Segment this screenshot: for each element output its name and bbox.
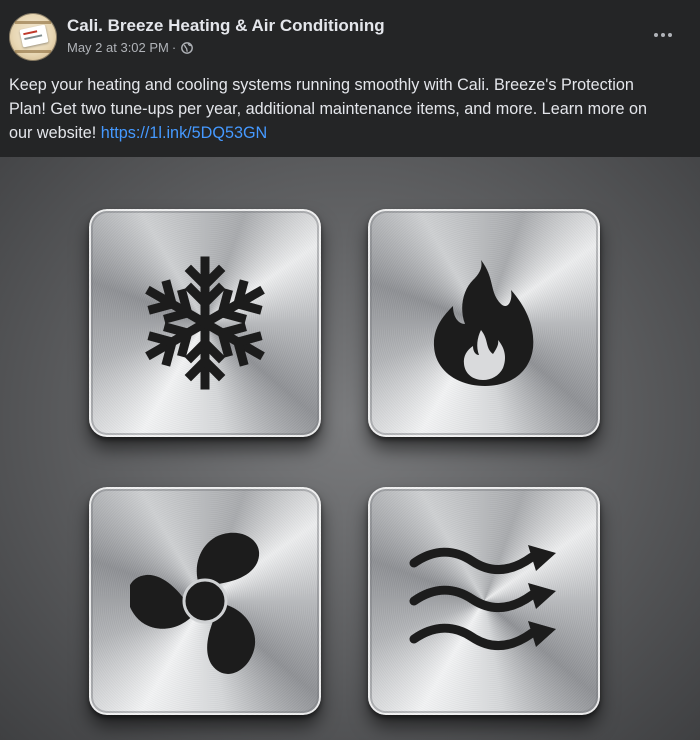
post-timestamp[interactable]: May 2 at 3:02 PM bbox=[67, 40, 169, 55]
globe-icon[interactable] bbox=[181, 41, 194, 54]
post-body-text: Keep your heating and cooling systems ru… bbox=[9, 73, 669, 145]
avatar-decoration bbox=[15, 50, 51, 53]
flame-tile bbox=[368, 209, 600, 437]
facebook-post: Cali. Breeze Heating & Air Conditioning … bbox=[0, 0, 700, 740]
more-options-button[interactable] bbox=[648, 23, 678, 47]
fan-icon bbox=[130, 532, 260, 674]
snowflake-icon bbox=[145, 256, 265, 390]
post-header: Cali. Breeze Heating & Air Conditioning … bbox=[0, 0, 700, 70]
post-meta: May 2 at 3:02 PM · bbox=[67, 40, 194, 55]
more-horizontal-icon bbox=[668, 33, 672, 37]
page-avatar[interactable] bbox=[9, 13, 57, 61]
flame-icon bbox=[433, 260, 534, 386]
fan-tile bbox=[89, 487, 321, 715]
airflow-icon bbox=[409, 545, 556, 651]
avatar-decoration bbox=[15, 21, 51, 24]
avatar-logo bbox=[19, 24, 49, 48]
meta-separator: · bbox=[171, 40, 177, 55]
website-link[interactable]: https://1l.ink/5DQ53GN bbox=[101, 124, 267, 142]
more-horizontal-icon bbox=[661, 33, 665, 37]
snowflake-tile bbox=[89, 209, 321, 437]
more-horizontal-icon bbox=[654, 33, 658, 37]
post-image[interactable] bbox=[0, 157, 700, 740]
airflow-tile bbox=[368, 487, 600, 715]
page-name-link[interactable]: Cali. Breeze Heating & Air Conditioning bbox=[67, 16, 385, 36]
